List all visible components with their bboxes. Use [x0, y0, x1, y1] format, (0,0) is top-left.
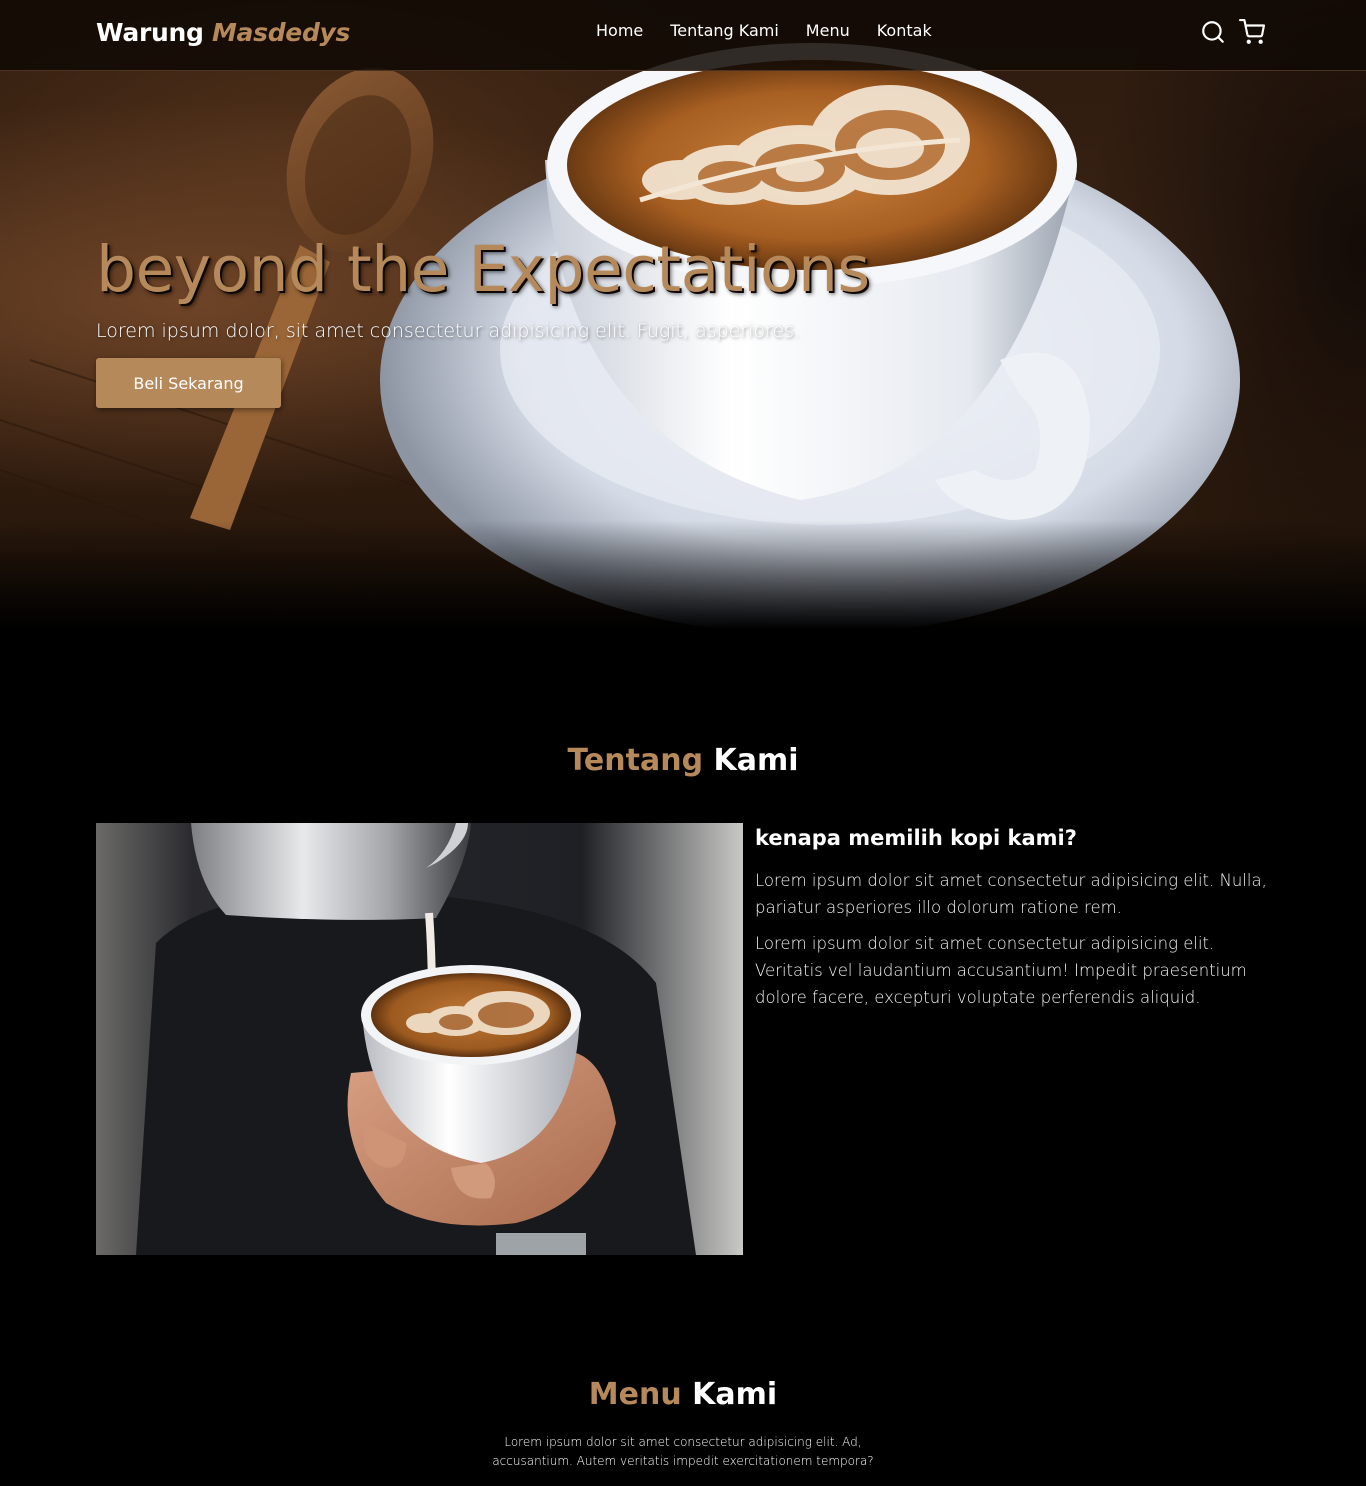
navbar: Warung Masdedys Home Tentang Kami Menu K… — [0, 0, 1366, 71]
logo-main: Warung — [96, 18, 212, 47]
menu-subtitle: Lorem ipsum dolor sit amet consectetur a… — [492, 1435, 874, 1468]
about-title-main: Kami — [713, 743, 799, 778]
search-icon[interactable] — [1200, 19, 1226, 45]
about-section-title: Tentang Kami — [0, 743, 1366, 778]
menu-section-title: Menu Kami — [0, 1377, 1366, 1412]
about-paragraph-2: Lorem ipsum dolor sit amet consectetur a… — [755, 934, 1247, 1007]
logo[interactable]: Warung Masdedys — [96, 18, 350, 47]
hero-section: beyond the Expectations Lorem ipsum dolo… — [0, 0, 1366, 630]
about-heading: kenapa memilih kopi kami? — [755, 826, 1077, 850]
nav-link-home[interactable]: Home — [596, 21, 643, 40]
nav-links: Home Tentang Kami Menu Kontak — [596, 21, 959, 40]
about-text: kenapa memilih kopi kami? Lorem ipsum do… — [755, 826, 1267, 1020]
hero-title-accent: Expectations — [468, 233, 870, 306]
hero-title: beyond the Expectations — [96, 232, 870, 308]
hero-bottom-fade — [0, 520, 1366, 630]
menu-title-accent: Menu — [588, 1377, 682, 1412]
nav-icons — [1200, 19, 1278, 45]
shopping-cart-icon[interactable] — [1239, 19, 1265, 45]
about-paragraph-1: Lorem ipsum dolor sit amet consectetur a… — [755, 871, 1267, 917]
nav-link-menu[interactable]: Menu — [806, 21, 850, 40]
hero-title-main: beyond the — [96, 233, 469, 306]
nav-link-tentang-kami[interactable]: Tentang Kami — [670, 21, 779, 40]
nav-link-kontak[interactable]: Kontak — [877, 21, 932, 40]
about-title-accent: Tentang — [567, 743, 704, 778]
menu-title-main: Kami — [692, 1377, 778, 1412]
logo-accent: Masdedys — [211, 18, 351, 47]
about-image — [96, 823, 743, 1255]
buy-now-button[interactable]: Beli Sekarang — [96, 358, 281, 408]
hero-subtitle: Lorem ipsum dolor, sit amet consectetur … — [96, 320, 801, 342]
